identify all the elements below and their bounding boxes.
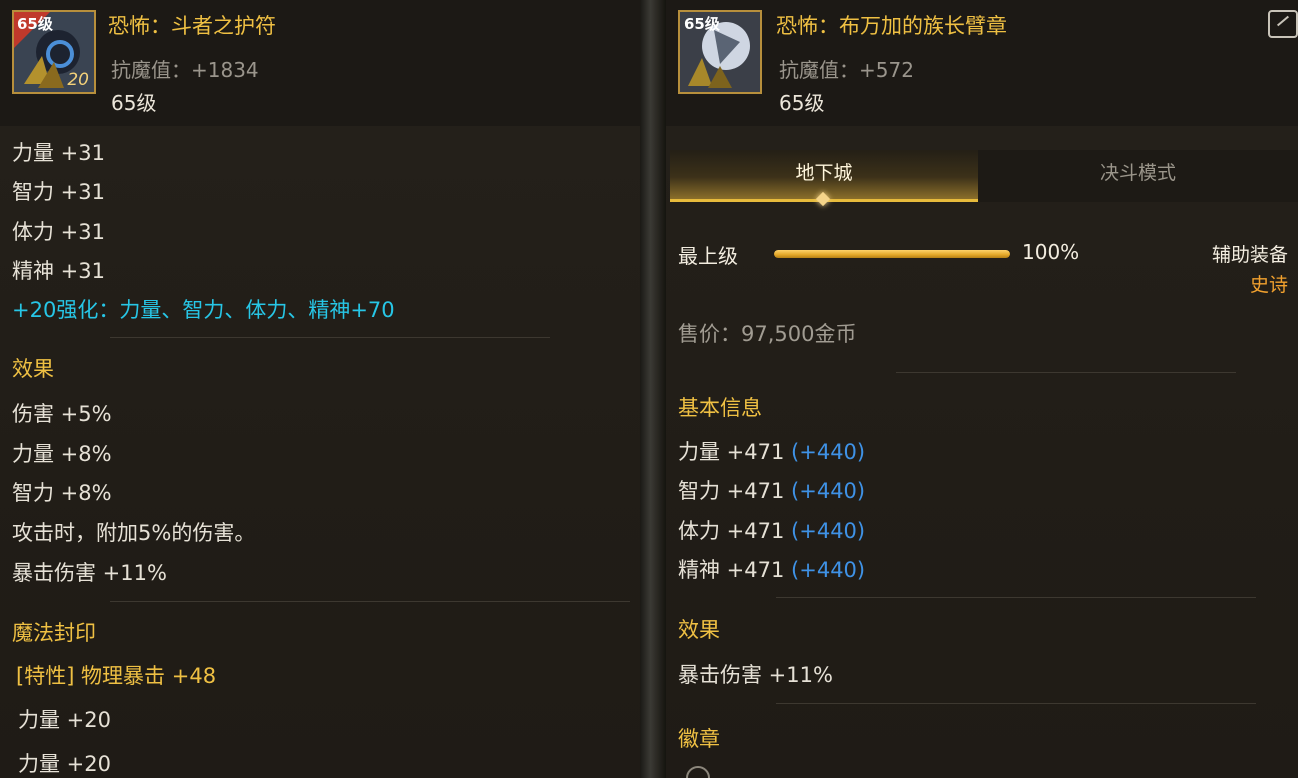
- tab-duel-mode[interactable]: 决斗模式: [978, 150, 1298, 202]
- divider: [776, 703, 1256, 704]
- stat-line: 体力 +31: [12, 220, 105, 244]
- effect-title: 效果: [678, 618, 720, 642]
- mode-tabs: 地下城 决斗模式: [670, 150, 1298, 207]
- sell-price: 售价：97,500金币: [678, 322, 857, 346]
- effect-line: 暴击伤害 +11%: [678, 663, 833, 687]
- magic-defense: 抗魔值：+1834: [111, 58, 259, 82]
- stat-line: 力量 +471 (+440): [678, 436, 865, 466]
- link-icon[interactable]: [1268, 10, 1298, 38]
- stat-value: 精神 +471: [678, 558, 785, 582]
- grade-progress-fill: [774, 250, 1010, 258]
- effect-line: 智力 +8%: [12, 481, 112, 505]
- effect-line: 伤害 +5%: [12, 402, 112, 426]
- stat-line: 力量 +31: [12, 141, 105, 165]
- divider: [110, 337, 550, 338]
- stat-bonus: (+440): [791, 519, 866, 543]
- stat-bonus: (+440): [791, 440, 866, 464]
- item-level: 65级: [111, 91, 157, 115]
- stat-line: 体力 +471 (+440): [678, 515, 865, 545]
- stat-bonus: (+440): [791, 558, 866, 582]
- divider: [776, 597, 1256, 598]
- amulet-icon[interactable]: 65级 20: [12, 10, 96, 94]
- effect-line: 暴击伤害 +11%: [12, 561, 167, 585]
- seal-title: 魔法封印: [12, 621, 96, 645]
- emblem-title: 徽章: [678, 727, 720, 751]
- seal-line: 力量 +20: [18, 708, 111, 732]
- item-level: 65级: [779, 91, 825, 115]
- tooltip-header-right: 65级 恐怖：布万加的族长臂章 抗魔值：+572 65级: [666, 0, 1298, 126]
- stat-line: 智力 +471 (+440): [678, 475, 865, 505]
- tab-label: 地下城: [795, 162, 853, 184]
- divider: [110, 601, 630, 602]
- panel-gap: [640, 0, 666, 778]
- effect-line: 攻击时，附加5%的伤害。: [12, 521, 256, 545]
- stat-value: 智力 +471: [678, 479, 785, 503]
- seal-line: 力量 +20: [18, 752, 111, 776]
- icon-enhance-label: 20: [67, 70, 89, 90]
- seal-trait: [特性] 物理暴击 +48: [16, 664, 217, 688]
- tooltip-header-left: 65级 20 恐怖：斗者之护符 抗魔值：+1834 65级: [0, 0, 640, 126]
- item-type: 辅助装备: [1211, 244, 1288, 266]
- item-name: 恐怖：布万加的族长臂章: [776, 14, 1007, 38]
- item-name: 恐怖：斗者之护符: [108, 14, 276, 38]
- grade-percent: 100%: [1022, 240, 1080, 264]
- grade-progress-bar: [774, 250, 1010, 258]
- tooltip-panel-right: 65级 恐怖：布万加的族长臂章 抗魔值：+572 65级 地下城 决斗模式 最上…: [666, 0, 1298, 778]
- stat-line: 精神 +31: [12, 259, 105, 283]
- magic-defense: 抗魔值：+572: [779, 58, 914, 82]
- effect-title: 效果: [12, 357, 54, 381]
- stat-line: 精神 +471 (+440): [678, 554, 865, 584]
- stat-line: 智力 +31: [12, 180, 105, 204]
- emblem-slot-icon[interactable]: [686, 766, 710, 778]
- tab-label: 决斗模式: [1099, 162, 1176, 184]
- grade-label: 最上级: [678, 244, 738, 268]
- rarity-label: 史诗: [1249, 274, 1288, 296]
- icon-level-label: 65级: [17, 15, 53, 33]
- stat-value: 力量 +471: [678, 440, 785, 464]
- effect-line: 力量 +8%: [12, 442, 112, 466]
- icon-level-label: 65级: [684, 15, 720, 33]
- basic-info-title: 基本信息: [678, 396, 762, 420]
- stat-value: 体力 +471: [678, 519, 785, 543]
- tooltip-panel-left: 65级 20 恐怖：斗者之护符 抗魔值：+1834 65级 力量 +31 智力 …: [0, 0, 640, 778]
- stat-bonus: (+440): [791, 479, 866, 503]
- divider: [896, 372, 1236, 373]
- enhance-line: +20强化：力量、智力、体力、精神+70: [12, 298, 395, 322]
- armband-icon[interactable]: 65级: [678, 10, 762, 94]
- screen: 65级 20 恐怖：斗者之护符 抗魔值：+1834 65级 力量 +31 智力 …: [0, 0, 1298, 778]
